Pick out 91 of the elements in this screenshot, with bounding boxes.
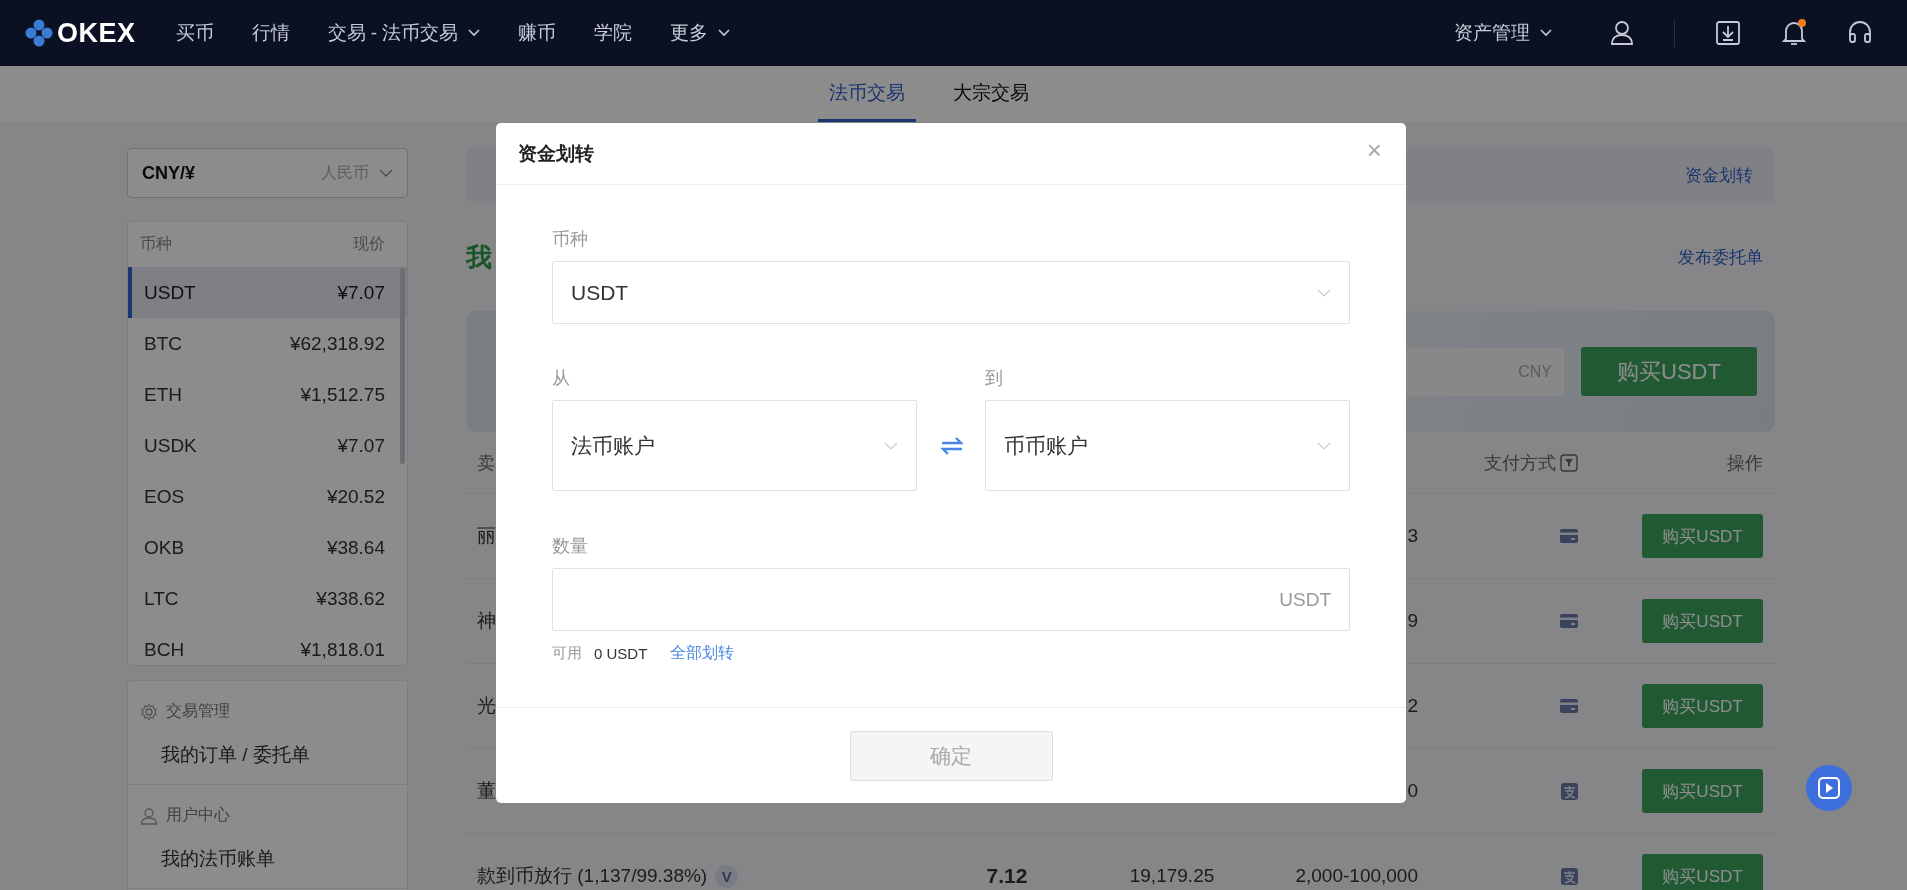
coin-row[interactable]: OKB ¥38.64 bbox=[128, 522, 407, 573]
merchant-name: 光 bbox=[477, 694, 496, 718]
to-account-select[interactable]: 币币账户 bbox=[985, 400, 1350, 491]
merchant-name: 董 bbox=[477, 779, 496, 803]
field-label: 数量 bbox=[552, 535, 589, 558]
bank-card-icon bbox=[1560, 529, 1578, 543]
menu-section-title: 交易管理 bbox=[166, 701, 230, 721]
logo-text[interactable]: OKEX bbox=[57, 17, 136, 49]
logo-icon bbox=[25, 19, 53, 47]
column-header: 卖 bbox=[477, 451, 496, 475]
swap-icon[interactable] bbox=[939, 436, 964, 456]
nav-item[interactable]: 买币 bbox=[175, 20, 214, 46]
scrollbar[interactable] bbox=[400, 268, 405, 464]
video-button[interactable] bbox=[1806, 765, 1852, 811]
field-label: 到 bbox=[985, 367, 1005, 390]
coin-price: ¥338.62 bbox=[316, 587, 385, 610]
table-cell: 9 bbox=[1407, 610, 1418, 631]
merchant-name: 款到币放行 (1,137/99.38%) bbox=[477, 864, 708, 888]
filter-icon[interactable] bbox=[1560, 453, 1578, 472]
payment-app-icon bbox=[1561, 782, 1578, 800]
field-label: 从 bbox=[552, 367, 571, 390]
menu-item[interactable]: 我的法币账单 bbox=[161, 846, 395, 872]
currency-select[interactable]: USDT bbox=[552, 261, 1350, 324]
field-label: 币种 bbox=[552, 228, 589, 251]
coin-name: EOS bbox=[144, 485, 185, 508]
chevron-down-icon bbox=[1317, 441, 1331, 450]
bank-card-icon bbox=[1560, 699, 1578, 713]
coin-price: ¥7.07 bbox=[337, 434, 385, 457]
settings-icon bbox=[140, 702, 158, 721]
coin-name: USDK bbox=[144, 434, 197, 457]
assets-menu[interactable]: 资产管理 bbox=[1454, 20, 1552, 46]
menu-item[interactable]: 我的订单 / 委托单 bbox=[161, 742, 395, 768]
download-icon[interactable] bbox=[1715, 20, 1741, 46]
nav-item[interactable]: 赚币 bbox=[518, 20, 557, 46]
column-header: 币种 bbox=[140, 234, 172, 254]
merchant-name: 神 bbox=[477, 609, 496, 633]
coin-price: ¥1,512.75 bbox=[300, 383, 385, 406]
column-header: 支付方式 bbox=[1484, 451, 1556, 475]
coin-name: BTC bbox=[144, 332, 182, 355]
transfer-link[interactable]: 资金划转 bbox=[1685, 164, 1753, 187]
column-header: 现价 bbox=[353, 234, 385, 254]
coin-row[interactable]: EOS ¥20.52 bbox=[128, 471, 407, 522]
coin-price: ¥62,318.92 bbox=[289, 332, 385, 355]
chevron-down-icon bbox=[379, 169, 393, 177]
coin-name: BCH bbox=[144, 638, 185, 661]
coin-price: ¥38.64 bbox=[326, 536, 385, 559]
coin-name: OKB bbox=[144, 536, 185, 559]
user-icon bbox=[140, 806, 158, 825]
bank-card-icon bbox=[1560, 614, 1578, 628]
nav-item[interactable]: 学院 bbox=[594, 20, 633, 46]
verified-badge: V bbox=[715, 864, 739, 888]
bell-icon[interactable] bbox=[1781, 19, 1807, 47]
transfer-all-link[interactable]: 全部划转 bbox=[670, 643, 735, 664]
post-order-link[interactable]: 发布委托单 bbox=[1678, 245, 1763, 269]
from-account-select[interactable]: 法币账户 bbox=[552, 400, 917, 491]
coin-row[interactable]: BCH ¥1,818.01 bbox=[128, 624, 407, 665]
coin-price: ¥7.07 bbox=[337, 281, 385, 304]
nav-item[interactable]: 交易 - 法币交易 bbox=[327, 20, 481, 46]
coin-price: ¥20.52 bbox=[326, 485, 385, 508]
section-title: 我 bbox=[466, 240, 492, 274]
dialog-title: 资金划转 bbox=[518, 141, 594, 166]
coin-price: ¥1,818.01 bbox=[300, 638, 385, 661]
table-cell: 2,000-100,000 bbox=[1295, 865, 1418, 886]
coin-row[interactable]: ETH ¥1,512.75 bbox=[128, 369, 407, 420]
menu-section-title: 用户中心 bbox=[166, 805, 230, 825]
table-cell: 0 bbox=[1407, 780, 1418, 801]
chevron-down-icon bbox=[883, 441, 898, 450]
coin-name: ETH bbox=[144, 383, 182, 406]
table-cell: 19,179.25 bbox=[1129, 865, 1215, 886]
sub-tab[interactable]: 大宗交易 bbox=[941, 66, 1040, 122]
column-header: 操作 bbox=[1727, 451, 1763, 475]
coin-name: USDT bbox=[144, 281, 196, 304]
chevron-down-icon bbox=[1317, 288, 1331, 297]
table-cell: 3 bbox=[1407, 525, 1418, 546]
caret-icon bbox=[1540, 29, 1552, 37]
table-cell: 2 bbox=[1407, 695, 1418, 716]
coin-row[interactable]: USDK ¥7.07 bbox=[128, 420, 407, 471]
nav-item[interactable]: 更多 bbox=[670, 20, 731, 46]
table-cell: 7.12 bbox=[986, 864, 1028, 887]
payment-app-icon bbox=[1561, 867, 1578, 885]
merchant-name: 丽 bbox=[477, 524, 496, 548]
coin-row[interactable]: USDT ¥7.07 bbox=[128, 267, 407, 318]
coin-name: LTC bbox=[144, 587, 179, 610]
amount-field[interactable]: USDT bbox=[552, 568, 1350, 631]
headset-icon[interactable] bbox=[1847, 20, 1873, 46]
user-icon[interactable] bbox=[1610, 20, 1634, 46]
available-value: 0 USDT bbox=[594, 645, 648, 662]
coin-row[interactable]: BTC ¥62,318.92 bbox=[128, 318, 407, 369]
coin-row[interactable]: LTC ¥338.62 bbox=[128, 573, 407, 624]
available-label: 可用 bbox=[552, 644, 582, 663]
nav-item[interactable]: 行情 bbox=[251, 20, 290, 46]
